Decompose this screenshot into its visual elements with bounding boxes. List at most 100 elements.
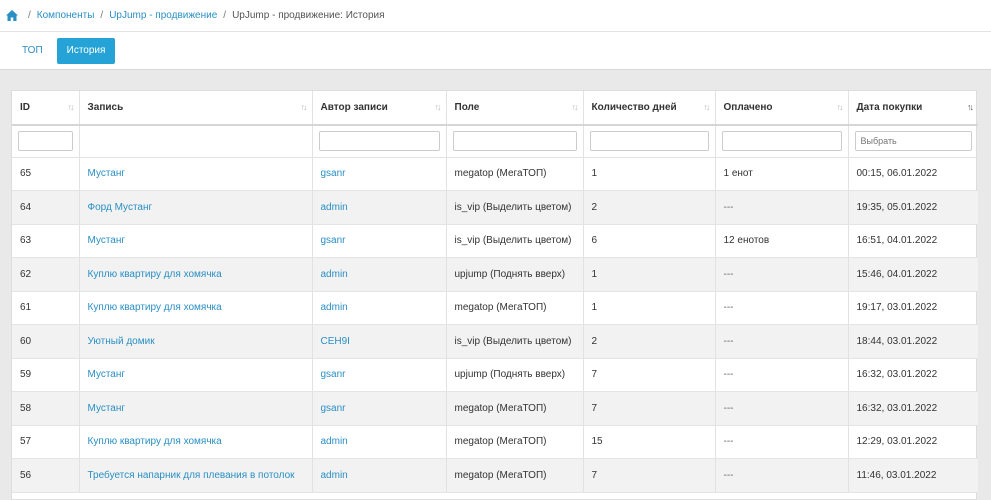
record-link[interactable]: Куплю квартиру для хомячка <box>88 302 222 313</box>
record-link[interactable]: Куплю квартиру для хомячка <box>88 269 222 280</box>
column-header-date[interactable]: Дата покупки ↑↓ <box>848 91 978 126</box>
table-row: 63 Мустанг gsanr is_vip (Выделить цветом) 6 1… <box>12 224 978 258</box>
column-header-record[interactable]: Запись ↑↓ <box>79 91 313 126</box>
paid-cell: 1 енот <box>723 168 753 180</box>
field-cell: upjump (Поднять вверх) <box>454 268 566 280</box>
days-cell: 2 <box>591 335 598 347</box>
row-id: 61 <box>20 302 32 314</box>
row-id: 56 <box>20 469 32 481</box>
author-link[interactable]: admin <box>321 302 348 313</box>
table-row: 59 Мустанг gsanr upjump (Поднять вверх) 7 ---… <box>12 358 978 392</box>
paid-cell: --- <box>723 402 734 414</box>
paid-cell: --- <box>723 369 734 381</box>
author-link[interactable]: gsanr <box>321 235 346 246</box>
days-filter-input[interactable] <box>589 131 709 152</box>
sort-icon[interactable]: ↑↓ <box>837 102 844 112</box>
breadcrumb-separator: / <box>100 10 104 21</box>
author-link[interactable]: CEH9I <box>321 336 350 347</box>
days-cell: 6 <box>591 235 598 247</box>
column-header-days[interactable]: Количество дней ↑↓ <box>583 91 716 126</box>
breadcrumb-components[interactable]: Компоненты <box>37 10 95 21</box>
date-cell: 15:46, 04.01.2022 <box>856 268 938 280</box>
row-id: 57 <box>20 436 32 448</box>
breadcrumb-bar: / Компоненты / UpJump - продвижение / Up… <box>0 0 991 32</box>
paid-cell: --- <box>723 469 734 481</box>
tab-bar: ТОП История <box>0 32 991 70</box>
field-cell: is_vip (Выделить цветом) <box>454 201 572 213</box>
row-id: 64 <box>20 201 32 213</box>
row-id: 60 <box>20 335 32 347</box>
record-link[interactable]: Куплю квартиру для хомячка <box>88 436 222 447</box>
sort-icon[interactable]: ↑↓ <box>704 102 711 112</box>
record-link[interactable]: Мустанг <box>88 369 126 380</box>
days-cell: 1 <box>591 302 598 314</box>
author-filter-input[interactable] <box>318 131 440 152</box>
author-link[interactable]: gsanr <box>321 403 346 414</box>
date-cell: 19:35, 05.01.2022 <box>856 201 938 213</box>
table-header-row: ID ↑↓ Запись ↑↓ Автор записи ↑↓ Поле ↑↓ Коли… <box>12 91 978 126</box>
record-link[interactable]: Мустанг <box>88 403 126 414</box>
row-id: 65 <box>20 168 32 180</box>
column-header-field[interactable]: Поле ↑↓ <box>446 91 584 126</box>
days-cell: 15 <box>591 436 603 448</box>
breadcrumb-separator: / <box>28 10 31 21</box>
history-table-panel: ID ↑↓ Запись ↑↓ Автор записи ↑↓ Поле ↑↓ Коли… <box>11 90 978 500</box>
paid-cell: --- <box>723 201 734 213</box>
table-row: 57 Куплю квартиру для хомячка admin megatop… <box>12 425 978 459</box>
field-cell: is_vip (Выделить цветом) <box>454 335 572 347</box>
row-id: 59 <box>20 369 32 381</box>
author-link[interactable]: gsanr <box>321 168 346 179</box>
days-cell: 1 <box>591 168 598 180</box>
id-filter-input[interactable] <box>18 131 73 152</box>
field-filter-input[interactable] <box>452 131 577 152</box>
record-link[interactable]: Мустанг <box>88 168 126 179</box>
author-link[interactable]: admin <box>321 269 348 280</box>
paid-cell: 12 енотов <box>723 235 770 247</box>
table-row: 61 Куплю квартиру для хомячка admin megatop… <box>12 291 978 325</box>
date-cell: 00:15, 06.01.2022 <box>856 168 938 180</box>
column-header-paid[interactable]: Оплачено ↑↓ <box>715 91 849 126</box>
paid-cell: --- <box>723 268 734 280</box>
days-cell: 1 <box>591 268 598 280</box>
column-header-id[interactable]: ID ↑↓ <box>12 91 80 126</box>
record-link[interactable]: Форд Мустанг <box>88 202 153 213</box>
date-cell: 19:17, 03.01.2022 <box>856 302 938 314</box>
sort-icon[interactable]: ↑↓ <box>572 102 579 112</box>
table-row: 65 Мустанг gsanr megatop (МегаТОП) 1 1 енот 00… <box>12 157 978 191</box>
sort-icon[interactable]: ↑↓ <box>68 102 75 112</box>
table-row: 62 Куплю квартиру для хомячка admin upjump … <box>12 257 978 292</box>
date-filter-input[interactable] <box>854 131 972 152</box>
author-link[interactable]: gsanr <box>321 369 346 380</box>
paid-cell: --- <box>723 335 734 347</box>
date-cell: 11:46, 03.01.2022 <box>856 469 937 481</box>
record-link[interactable]: Мустанг <box>88 235 126 246</box>
table-row: 56 Требуется напарник для плевания в пото… <box>12 458 978 493</box>
history-table: ID ↑↓ Запись ↑↓ Автор записи ↑↓ Поле ↑↓ Коли… <box>12 91 978 493</box>
date-cell: 16:32, 03.01.2022 <box>856 369 938 381</box>
tab-history[interactable]: История <box>56 37 116 64</box>
record-link[interactable]: Уютный домик <box>88 336 155 347</box>
days-cell: 7 <box>591 469 598 481</box>
breadcrumb-upjump[interactable]: UpJump - продвижение <box>109 10 217 21</box>
field-cell: megatop (МегаТОП) <box>454 402 547 414</box>
sort-icon[interactable]: ↑↓ <box>301 102 308 112</box>
field-cell: is_vip (Выделить цветом) <box>454 235 572 247</box>
sort-desc-icon[interactable]: ↑↓ <box>967 102 974 112</box>
field-cell: megatop (МегаТОП) <box>454 436 547 448</box>
home-icon[interactable] <box>6 10 18 21</box>
table-row: 64 Форд Мустанг admin is_vip (Выделить цвет… <box>12 190 978 225</box>
days-cell: 7 <box>591 402 598 414</box>
tab-top[interactable]: ТОП <box>12 38 53 64</box>
author-link[interactable]: admin <box>321 470 348 481</box>
table-row: 58 Мустанг gsanr megatop (МегаТОП) 7 --- 16:32… <box>12 391 978 426</box>
sort-icon[interactable]: ↑↓ <box>435 102 442 112</box>
paid-filter-input[interactable] <box>721 131 842 152</box>
field-cell: megatop (МегаТОП) <box>454 168 547 180</box>
author-link[interactable]: admin <box>321 436 348 447</box>
filter-row <box>12 125 978 158</box>
record-link[interactable]: Требуется напарник для плевания в потоло… <box>88 470 295 481</box>
author-link[interactable]: admin <box>321 202 348 213</box>
column-header-author[interactable]: Автор записи ↑↓ <box>312 91 447 126</box>
row-id: 62 <box>20 268 32 280</box>
breadcrumb-current: UpJump - продвижение: История <box>232 10 385 21</box>
